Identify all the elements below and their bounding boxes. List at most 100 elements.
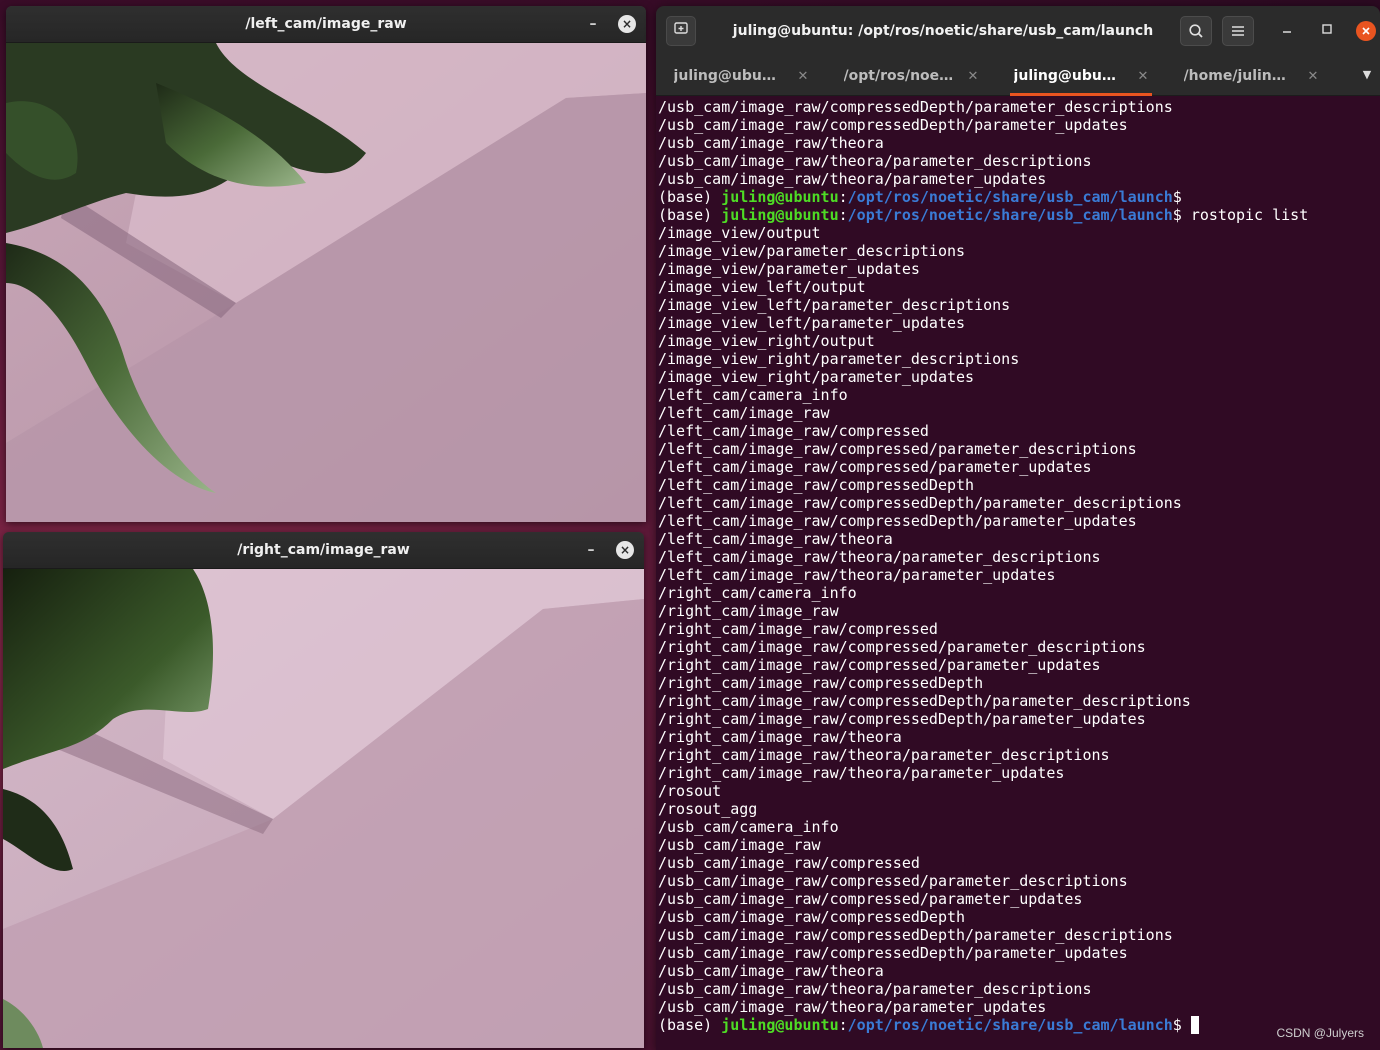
prompt-command: rostopic list bbox=[1181, 206, 1309, 224]
terminal-headerbar[interactable]: juling@ubuntu: /opt/ros/noetic/share/usb… bbox=[656, 6, 1380, 56]
terminal-output-line: /image_view/parameter_descriptions bbox=[658, 242, 966, 260]
terminal-output-line: /usb_cam/image_raw/compressed/parameter_… bbox=[658, 890, 1083, 908]
terminal-output-line: /right_cam/image_raw bbox=[658, 602, 839, 620]
terminal-output[interactable]: /usb_cam/image_raw/compressedDepth/param… bbox=[656, 96, 1380, 1034]
prompt-prefix: (base) bbox=[658, 188, 722, 206]
terminal-tab[interactable]: juling@ubun... ✕ bbox=[996, 56, 1166, 96]
terminal-output-line: /usb_cam/image_raw/theora/parameter_upda… bbox=[658, 170, 1047, 188]
terminal-output-line: /usb_cam/image_raw bbox=[658, 836, 821, 854]
prompt-path: /opt/ros/noetic/share/usb_cam/launch bbox=[847, 1016, 1173, 1034]
right-cam-titlebar[interactable]: /right_cam/image_raw – × bbox=[3, 532, 644, 569]
left-cam-viewer-window: /left_cam/image_raw – × bbox=[6, 6, 646, 522]
terminal-output-line: /right_cam/image_raw/compressedDepth/par… bbox=[658, 692, 1191, 710]
terminal-output-line: /usb_cam/camera_info bbox=[658, 818, 839, 836]
tab-label: juling@ubun... bbox=[673, 68, 784, 84]
chevron-down-icon[interactable]: ▼ bbox=[1360, 68, 1374, 82]
terminal-output-line: /rosout_agg bbox=[658, 800, 758, 818]
terminal-prompt-line: (base) juling@ubuntu:/opt/ros/noetic/sha… bbox=[658, 1016, 1380, 1034]
prompt-prefix: (base) bbox=[658, 206, 722, 224]
terminal-output-line: /usb_cam/image_raw/theora/parameter_desc… bbox=[658, 152, 1092, 170]
terminal-title: juling@ubuntu: /opt/ros/noetic/share/usb… bbox=[732, 23, 1154, 39]
terminal-output-line: /image_view/parameter_updates bbox=[658, 260, 920, 278]
prompt-dollar: $ bbox=[1172, 206, 1182, 224]
right-cam-title: /right_cam/image_raw bbox=[237, 542, 410, 558]
terminal-output-line: /left_cam/image_raw/theora/parameter_upd… bbox=[658, 566, 1056, 584]
tab-label: /opt/ros/noe... bbox=[843, 68, 954, 84]
left-cam-titlebar[interactable]: /left_cam/image_raw – × bbox=[6, 6, 646, 43]
left-cam-image bbox=[6, 43, 646, 522]
prompt-path: /opt/ros/noetic/share/usb_cam/launch bbox=[847, 188, 1173, 206]
close-icon[interactable]: × bbox=[618, 15, 636, 33]
search-icon[interactable] bbox=[1180, 16, 1212, 46]
terminal-output-line: /left_cam/image_raw/compressedDepth bbox=[658, 476, 975, 494]
tab-close-icon[interactable]: ✕ bbox=[798, 69, 809, 84]
new-tab-icon[interactable] bbox=[666, 16, 696, 46]
tab-label: juling@ubun... bbox=[1013, 68, 1124, 84]
terminal-output-line: /right_cam/image_raw/compressedDepth bbox=[658, 674, 984, 692]
terminal-output-line: /usb_cam/image_raw/theora/parameter_upda… bbox=[658, 998, 1047, 1016]
prompt-command bbox=[1182, 1016, 1191, 1034]
minimize-icon[interactable]: – bbox=[582, 541, 600, 559]
tab-close-icon[interactable]: ✕ bbox=[1138, 69, 1149, 84]
terminal-tab-bar: juling@ubun... ✕/opt/ros/noe... ✕ juling@ub… bbox=[656, 56, 1380, 96]
terminal-tab[interactable]: /home/juling... ✕ bbox=[1166, 56, 1336, 96]
terminal-output-line: /usb_cam/image_raw/compressed/parameter_… bbox=[658, 872, 1128, 890]
terminal-output-line: /usb_cam/image_raw/compressedDepth/param… bbox=[658, 926, 1173, 944]
terminal-output-line: /left_cam/image_raw/compressedDepth/para… bbox=[658, 494, 1182, 512]
terminal-output-line: /image_view/output bbox=[658, 224, 821, 242]
terminal-output-line: /right_cam/image_raw/theora/parameter_de… bbox=[658, 746, 1110, 764]
terminal-prompt-line: (base) juling@ubuntu:/opt/ros/noetic/sha… bbox=[658, 188, 1380, 206]
watermark: CSDN @Julyers bbox=[1276, 1026, 1364, 1040]
terminal-output-line: /image_view_right/output bbox=[658, 332, 875, 350]
prompt-dollar: $ bbox=[1172, 1016, 1182, 1034]
terminal-output-line: /usb_cam/image_raw/compressedDepth/param… bbox=[658, 944, 1128, 962]
terminal-output-line: /right_cam/image_raw/compressed/paramete… bbox=[658, 638, 1146, 656]
terminal-output-line: /image_view_right/parameter_updates bbox=[658, 368, 975, 386]
prompt-colon: : bbox=[838, 206, 848, 224]
hamburger-menu-icon[interactable] bbox=[1222, 16, 1254, 46]
terminal-output-line: /usb_cam/image_raw/theora bbox=[658, 962, 884, 980]
prompt-colon: : bbox=[838, 188, 848, 206]
terminal-output-line: /left_cam/image_raw bbox=[658, 404, 830, 422]
close-icon[interactable] bbox=[1356, 21, 1376, 41]
terminal-output-line: /right_cam/image_raw/compressed bbox=[658, 620, 938, 638]
terminal-output-line: /left_cam/image_raw/compressedDepth/para… bbox=[658, 512, 1137, 530]
minimize-icon[interactable]: – bbox=[584, 15, 602, 33]
terminal-output-line: /right_cam/image_raw/theora/parameter_up… bbox=[658, 764, 1065, 782]
prompt-user-host: juling@ubuntu bbox=[721, 1016, 839, 1034]
close-icon[interactable]: × bbox=[616, 541, 634, 559]
terminal-output-line: /left_cam/image_raw/compressed/parameter… bbox=[658, 458, 1092, 476]
terminal-tab[interactable]: juling@ubun... ✕ bbox=[656, 56, 826, 96]
terminal-output-line: /usb_cam/image_raw/compressedDepth/param… bbox=[658, 98, 1173, 116]
terminal-output-line: /right_cam/image_raw/theora bbox=[658, 728, 902, 746]
terminal-output-line: /usb_cam/image_raw/theora bbox=[658, 134, 884, 152]
terminal-output-line: /image_view_left/parameter_descriptions bbox=[658, 296, 1011, 314]
prompt-path: /opt/ros/noetic/share/usb_cam/launch bbox=[847, 206, 1173, 224]
right-cam-image bbox=[3, 569, 644, 1048]
prompt-dollar: $ bbox=[1172, 188, 1182, 206]
terminal-output-line: /usb_cam/image_raw/theora/parameter_desc… bbox=[658, 980, 1092, 998]
prompt-colon: : bbox=[838, 1016, 848, 1034]
terminal-output-line: /left_cam/image_raw/compressed bbox=[658, 422, 929, 440]
terminal-output-line: /rosout bbox=[658, 782, 722, 800]
tab-label: /home/juling... bbox=[1183, 68, 1294, 84]
terminal-output-line: /image_view_right/parameter_descriptions bbox=[658, 350, 1020, 368]
minimize-icon[interactable] bbox=[1278, 22, 1296, 40]
tab-close-icon[interactable]: ✕ bbox=[1308, 69, 1319, 84]
terminal-prompt-line: (base) juling@ubuntu:/opt/ros/noetic/sha… bbox=[658, 206, 1380, 224]
right-cam-viewer-window: /right_cam/image_raw – × bbox=[3, 532, 644, 1048]
terminal-output-line: /usb_cam/image_raw/compressed bbox=[658, 854, 920, 872]
terminal-window: juling@ubuntu: /opt/ros/noetic/share/usb… bbox=[656, 6, 1380, 1050]
terminal-output-line: /right_cam/image_raw/compressedDepth/par… bbox=[658, 710, 1146, 728]
terminal-output-line: /right_cam/image_raw/compressed/paramete… bbox=[658, 656, 1101, 674]
terminal-output-line: /left_cam/camera_info bbox=[658, 386, 848, 404]
maximize-icon[interactable] bbox=[1318, 22, 1336, 40]
terminal-output-line: /usb_cam/image_raw/compressedDepth bbox=[658, 908, 966, 926]
prompt-user-host: juling@ubuntu bbox=[721, 188, 839, 206]
terminal-tab[interactable]: /opt/ros/noe... ✕ bbox=[826, 56, 996, 96]
terminal-output-line: /right_cam/camera_info bbox=[658, 584, 857, 602]
tab-close-icon[interactable]: ✕ bbox=[968, 69, 979, 84]
prompt-user-host: juling@ubuntu bbox=[721, 206, 839, 224]
terminal-output-line: /image_view_left/output bbox=[658, 278, 866, 296]
terminal-output-line: /left_cam/image_raw/compressed/parameter… bbox=[658, 440, 1137, 458]
